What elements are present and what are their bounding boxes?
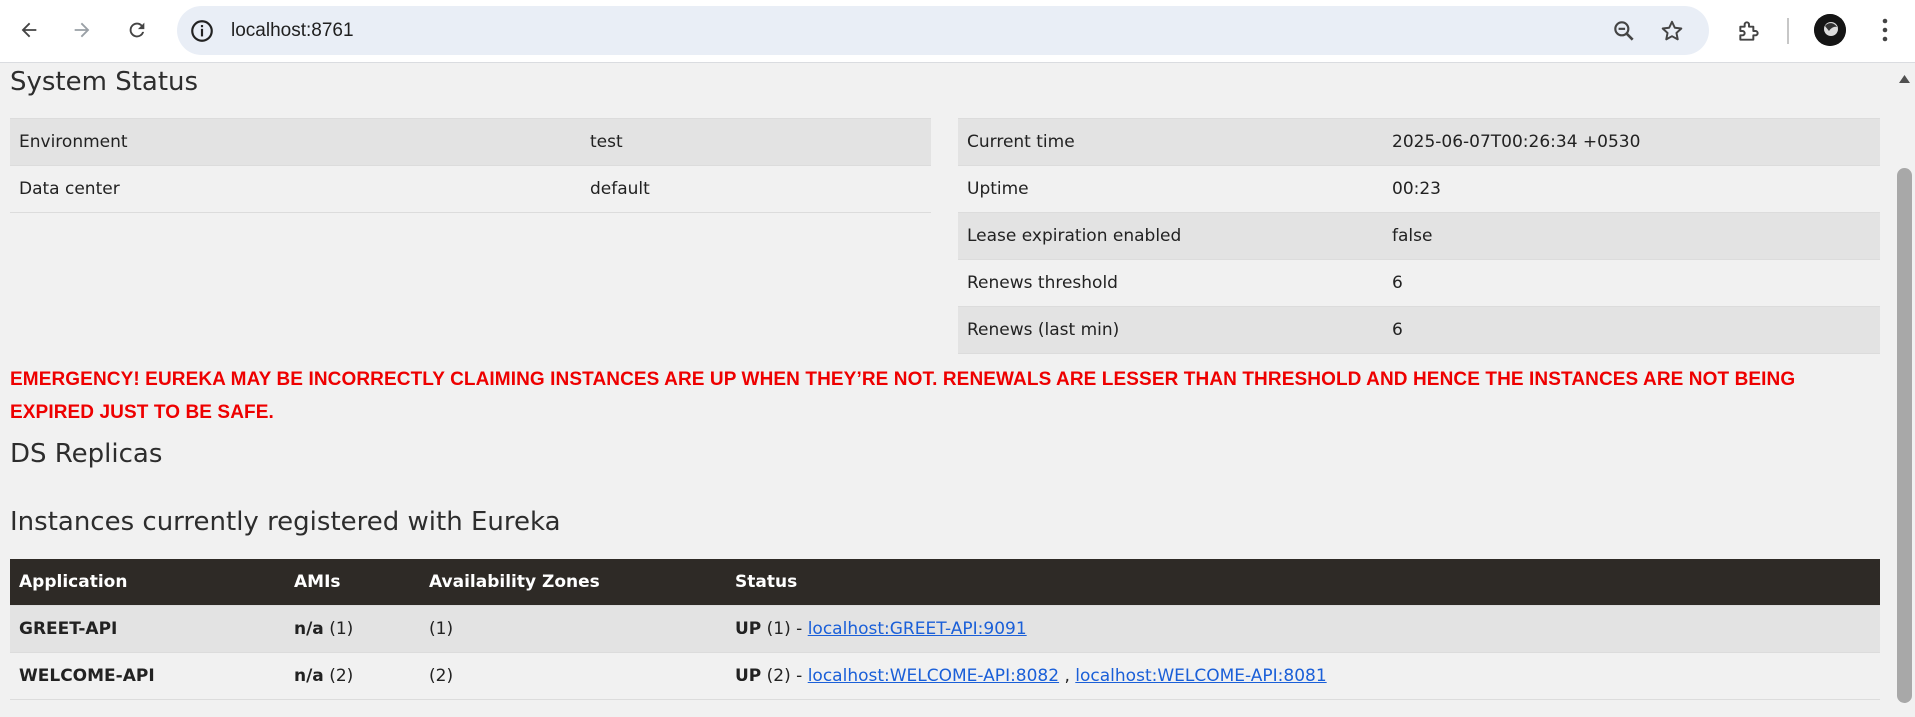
kebab-menu-icon[interactable] xyxy=(1873,16,1897,44)
table-row: Uptime 00:23 xyxy=(958,165,1880,213)
scroll-up-arrow-icon[interactable] xyxy=(1898,69,1911,83)
system-status-right-table: Current time 2025-06-07T00:26:34 +0530 U… xyxy=(958,118,1880,354)
status-label: Lease expiration enabled xyxy=(967,226,1182,246)
system-status-left-table: Environment test Data center default xyxy=(10,118,931,213)
emergency-warning: EMERGENCY! EUREKA MAY BE INCORRECTLY CLA… xyxy=(10,369,1796,423)
status-cell: UP (1) - localhost:GREET-API:9091 xyxy=(726,606,1880,653)
vertical-scrollbar[interactable] xyxy=(1894,63,1915,717)
zones-cell: (1) xyxy=(429,619,454,639)
status-value: UP xyxy=(735,666,762,686)
table-header-row: Application AMIs Availability Zones Stat… xyxy=(10,559,1880,606)
application-name: WELCOME-API xyxy=(19,666,155,686)
url-text[interactable]: localhost:8761 xyxy=(231,6,354,55)
status-value: default xyxy=(590,179,650,199)
status-value: test xyxy=(590,132,623,152)
table-row: Renews threshold 6 xyxy=(958,259,1880,307)
address-bar[interactable]: localhost:8761 xyxy=(177,6,1709,55)
table-row: GREET-API n/a (1) (1) UP (1) - localhost… xyxy=(10,605,1880,653)
table-row: Current time 2025-06-07T00:26:34 +0530 xyxy=(958,118,1880,166)
browser-toolbar: localhost:8761 xyxy=(0,0,1915,63)
column-header-application: Application xyxy=(10,559,285,606)
site-info-icon[interactable] xyxy=(189,18,215,44)
system-status-heading: System Status xyxy=(10,67,199,97)
table-row: Renews (last min) 6 xyxy=(958,306,1880,354)
instance-link[interactable]: localhost:WELCOME-API:8082 xyxy=(808,666,1059,686)
status-value: 00:23 xyxy=(1392,179,1441,199)
ami-count: (1) xyxy=(329,619,354,639)
table-row: Lease expiration enabled false xyxy=(958,212,1880,260)
status-label: Renews (last min) xyxy=(967,320,1120,340)
status-value: 6 xyxy=(1392,273,1403,293)
ami-count: (2) xyxy=(329,666,354,686)
status-cell: UP (2) - localhost:WELCOME-API:8082 , lo… xyxy=(726,653,1880,700)
forward-arrow-icon[interactable] xyxy=(66,14,98,46)
ami-value: n/a xyxy=(294,666,324,686)
zoom-icon[interactable] xyxy=(1611,18,1637,44)
toolbar-divider xyxy=(1787,18,1789,44)
application-name: GREET-API xyxy=(19,619,118,639)
table-row: WELCOME-API n/a (2) (2) UP (2) - localho… xyxy=(10,652,1880,700)
column-header-amis: AMIs xyxy=(285,559,420,606)
extensions-icon[interactable] xyxy=(1736,18,1762,44)
link-separator: , xyxy=(1064,666,1070,686)
ds-replicas-heading: DS Replicas xyxy=(10,439,163,469)
status-value: UP xyxy=(735,619,762,639)
status-label: Uptime xyxy=(967,179,1029,199)
status-label: Data center xyxy=(19,179,120,199)
bookmark-star-icon[interactable] xyxy=(1659,18,1685,44)
status-label: Current time xyxy=(967,132,1075,152)
instance-link[interactable]: localhost:GREET-API:9091 xyxy=(808,619,1027,639)
back-arrow-icon[interactable] xyxy=(13,14,45,46)
status-value: false xyxy=(1392,226,1433,246)
zones-cell: (2) xyxy=(429,666,454,686)
status-count: (1) - xyxy=(766,619,803,639)
column-header-zones: Availability Zones xyxy=(420,559,726,606)
ami-value: n/a xyxy=(294,619,324,639)
instance-link[interactable]: localhost:WELCOME-API:8081 xyxy=(1075,666,1326,686)
table-row: Environment test xyxy=(10,118,931,166)
instances-table: Application AMIs Availability Zones Stat… xyxy=(10,559,1880,700)
instances-heading: Instances currently registered with Eure… xyxy=(10,507,561,537)
table-row: Data center default xyxy=(10,165,931,213)
status-label: Environment xyxy=(19,132,128,152)
status-count: (2) - xyxy=(766,666,803,686)
amis-cell: n/a (2) xyxy=(285,653,420,700)
status-label: Renews threshold xyxy=(967,273,1118,293)
reload-icon[interactable] xyxy=(121,14,153,46)
status-value: 6 xyxy=(1392,320,1403,340)
amis-cell: n/a (1) xyxy=(285,606,420,653)
profile-avatar[interactable] xyxy=(1814,14,1846,46)
status-value: 2025-06-07T00:26:34 +0530 xyxy=(1392,132,1641,152)
column-header-status: Status xyxy=(726,559,1880,606)
scrollbar-thumb[interactable] xyxy=(1897,168,1912,703)
